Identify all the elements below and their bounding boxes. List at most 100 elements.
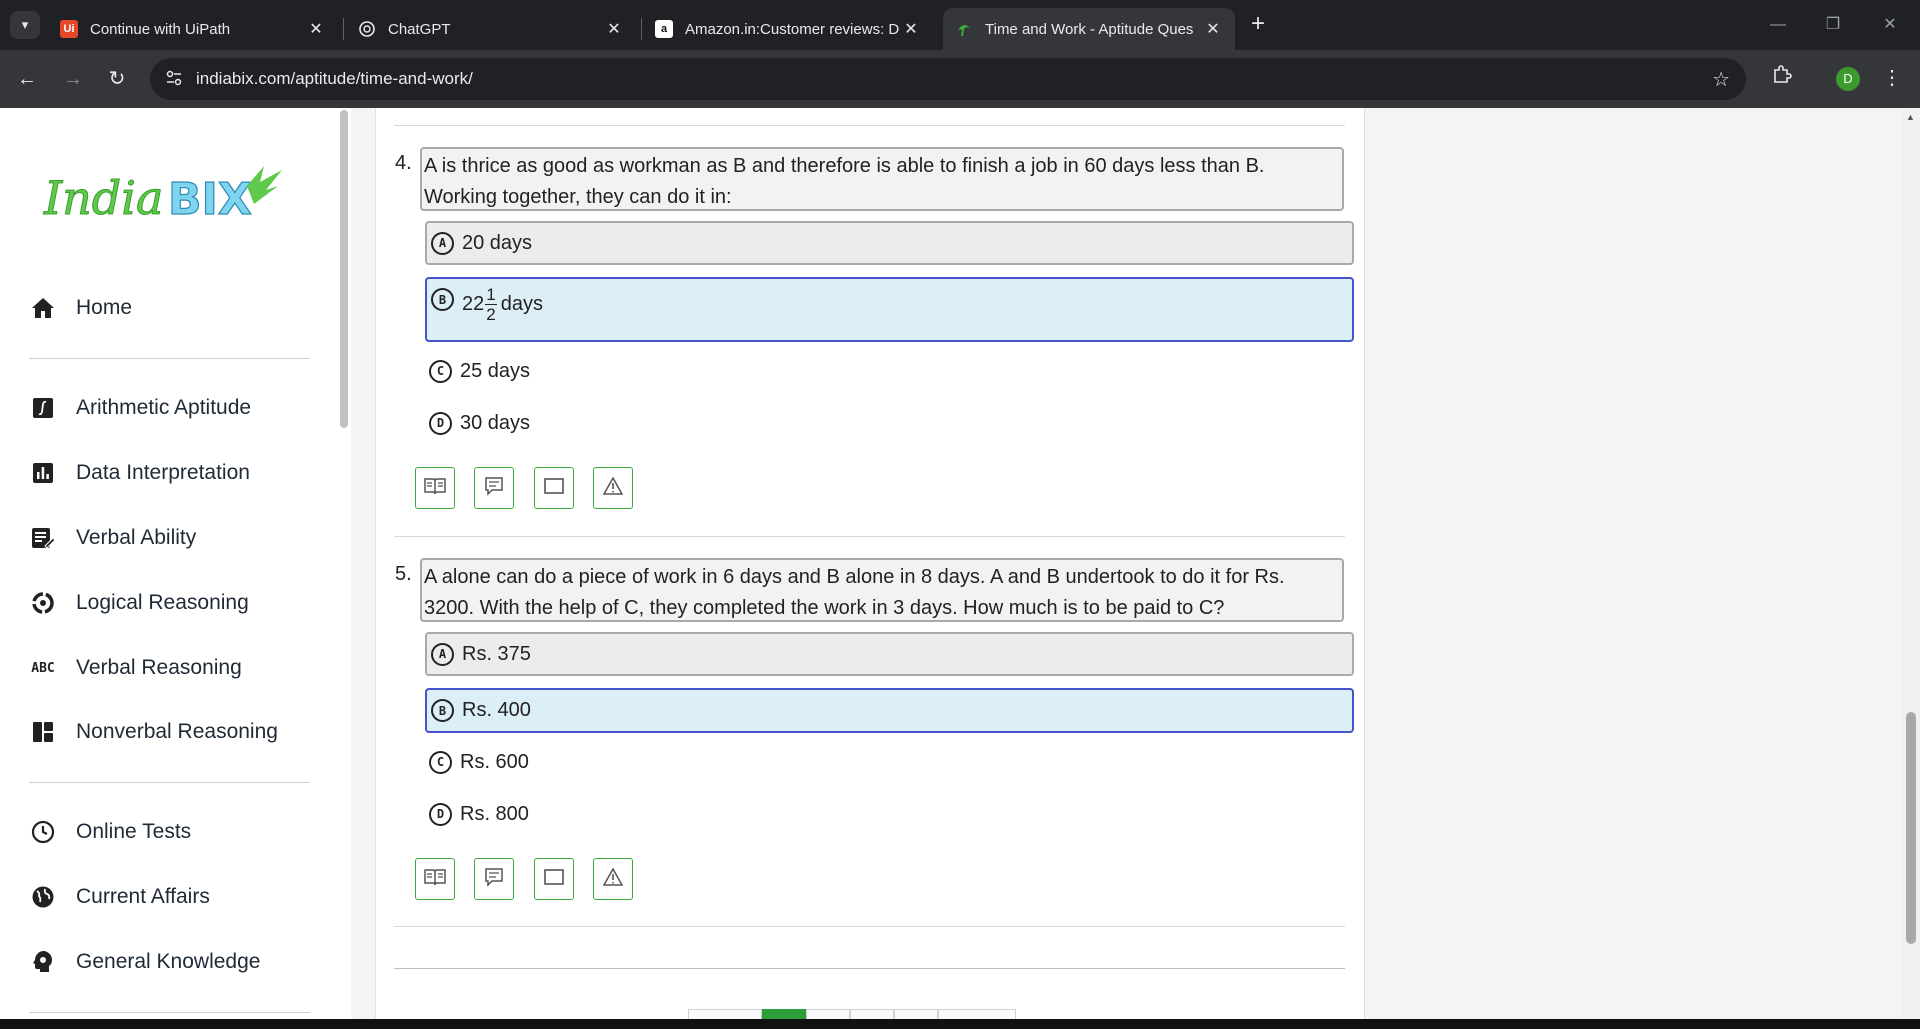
tab-chatgpt[interactable]: ChatGPT ✕ (346, 8, 636, 50)
uipath-icon: Ui (60, 20, 78, 38)
section-divider (394, 968, 1345, 969)
tab-title: Time and Work - Aptitude Ques (985, 20, 1194, 38)
option-letter-badge: D (429, 802, 452, 826)
sidebar-item-home[interactable]: Home (30, 288, 132, 328)
url-text[interactable]: indiabix.com/aptitude/time-and-work/ (196, 69, 473, 89)
page-scrollbar[interactable]: ▲ (1902, 108, 1920, 1019)
sidebar-item-label: Logical Reasoning (76, 591, 249, 614)
sidebar-item-label: Verbal Reasoning (76, 656, 242, 679)
discuss-button[interactable] (474, 858, 514, 900)
discuss-icon (484, 476, 504, 501)
view-answer-button[interactable] (415, 858, 455, 900)
option-text: Rs. 800 (460, 802, 529, 825)
discuss-button[interactable] (474, 467, 514, 509)
close-icon[interactable]: ✕ (306, 19, 326, 39)
sidebar-item-general-knowledge[interactable]: General Knowledge (30, 942, 260, 982)
scrollbar-thumb[interactable] (1906, 712, 1916, 944)
restore-icon[interactable]: ❐ (1813, 10, 1853, 40)
question-text: A is thrice as good as workman as B and … (420, 147, 1344, 211)
sidebar-item-arithmetic-aptitude[interactable]: Arithmetic Aptitude (30, 388, 251, 428)
sidebar-item-online-tests[interactable]: Online Tests (30, 812, 191, 852)
new-tab-button[interactable]: + (1245, 12, 1271, 38)
sidebar-item-verbal-reasoning[interactable]: ABC Verbal Reasoning (30, 648, 242, 688)
sidebar-item-label: Online Tests (76, 820, 192, 843)
more-menu-icon[interactable]: ⋮ (1882, 63, 1902, 93)
option-unit: days (500, 293, 543, 315)
view-answer-button[interactable] (415, 467, 455, 509)
sidebar-divider (29, 782, 310, 783)
sidebar-item-logical-reasoning[interactable]: Logical Reasoning (30, 583, 249, 623)
option-text: 20 days (462, 231, 533, 254)
workspace-icon (544, 868, 564, 890)
sidebar-item-data-interpretation[interactable]: Data Interpretation (30, 453, 250, 493)
answer-book-icon (424, 868, 446, 891)
sidebar-item-nonverbal-reasoning[interactable]: Nonverbal Reasoning (30, 712, 278, 752)
report-button[interactable] (593, 858, 633, 900)
fraction-denominator: 2 (486, 305, 496, 324)
option-letter-badge: C (429, 359, 452, 383)
close-icon[interactable]: ✕ (604, 19, 624, 39)
taskbar-edge (0, 1019, 1920, 1029)
sidebar-item-verbal-ability[interactable]: Verbal Ability (30, 518, 196, 558)
site-info-icon[interactable] (164, 69, 184, 89)
report-warning-icon (602, 866, 624, 891)
abc-icon: ABC (31, 660, 55, 676)
back-arrow-icon[interactable]: ← (12, 64, 42, 94)
workspace-icon (544, 477, 564, 499)
minimize-icon[interactable]: — (1758, 10, 1798, 40)
extensions-puzzle-icon[interactable] (1767, 63, 1797, 93)
browser-tab-bar: ▾ Ui Continue with UiPath ✕ ChatGPT ✕ a … (0, 0, 1920, 50)
option-whole-number: 22 (462, 293, 485, 315)
dashboard-grid-icon (30, 719, 56, 745)
reload-icon[interactable]: ↻ (102, 64, 132, 94)
scroll-up-arrow-icon[interactable]: ▲ (1906, 112, 1915, 122)
sidebar-scrollbar[interactable] (340, 110, 348, 428)
option-c[interactable]: C Rs. 600 (425, 744, 1354, 780)
profile-avatar[interactable]: D (1836, 67, 1860, 91)
tab-uipath[interactable]: Ui Continue with UiPath ✕ (48, 8, 338, 50)
svg-text:India: India (43, 171, 163, 225)
question-divider (394, 926, 1345, 927)
option-c[interactable]: C 25 days (425, 353, 1354, 389)
question-text: A alone can do a piece of work in 6 days… (420, 558, 1344, 622)
workspace-button[interactable] (534, 858, 574, 900)
tab-amazon[interactable]: a Amazon.in:Customer reviews: D ✕ (643, 8, 933, 50)
sidebar-item-label: General Knowledge (76, 950, 261, 973)
address-bar[interactable]: indiabix.com/aptitude/time-and-work/ ☆ (150, 58, 1746, 100)
forward-arrow-icon[interactable]: → (58, 64, 88, 94)
sidebar-item-label: Nonverbal Reasoning (76, 720, 278, 743)
sidebar-item-label: Home (76, 296, 133, 319)
tab-title: Continue with UiPath (90, 20, 231, 38)
sidebar: India BIX Home Arithmetic Aptitude Data … (0, 108, 351, 1029)
clock-icon (30, 819, 56, 845)
sidebar-item-label: Arithmetic Aptitude (76, 396, 252, 419)
report-button[interactable] (593, 467, 633, 509)
option-text: 22 1 2 days (462, 285, 543, 324)
close-icon[interactable]: ✕ (1203, 19, 1223, 39)
sidebar-item-label: Verbal Ability (76, 526, 197, 549)
logic-cycle-icon (30, 590, 56, 616)
window-close-icon[interactable]: ✕ (1870, 10, 1910, 40)
lightbulb-head-icon (30, 949, 56, 975)
workspace-button[interactable] (534, 467, 574, 509)
tab-search-dropdown-icon[interactable]: ▾ (10, 11, 40, 39)
option-letter-badge: C (429, 750, 452, 774)
bookmark-star-icon[interactable]: ☆ (1712, 67, 1730, 92)
option-d[interactable]: D 30 days (425, 405, 1354, 441)
sidebar-item-current-affairs[interactable]: Current Affairs (30, 877, 210, 917)
option-a[interactable]: A Rs. 375 (425, 632, 1354, 676)
fraction-numerator: 1 (485, 285, 497, 305)
option-text: Rs. 375 (462, 642, 531, 665)
question-number: 4. (395, 152, 412, 174)
document-edit-icon (30, 525, 56, 551)
option-text: 25 days (460, 359, 531, 382)
option-d[interactable]: D Rs. 800 (425, 796, 1354, 832)
indiabix-logo[interactable]: India BIX (42, 156, 292, 236)
tab-time-and-work[interactable]: Time and Work - Aptitude Ques ✕ (943, 8, 1235, 50)
option-b[interactable]: B Rs. 400 (425, 688, 1354, 733)
option-b[interactable]: B 22 1 2 days (425, 277, 1354, 342)
amazon-icon: a (655, 20, 673, 38)
option-a[interactable]: A 20 days (425, 221, 1354, 265)
close-icon[interactable]: ✕ (901, 19, 921, 39)
sidebar-divider (29, 1012, 310, 1013)
